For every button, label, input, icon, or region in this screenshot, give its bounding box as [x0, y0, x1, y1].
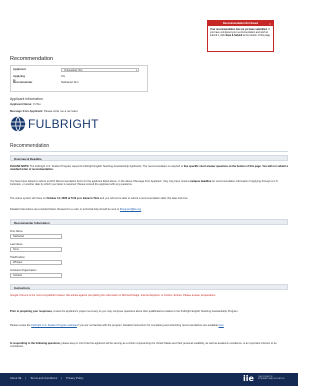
- not-saved-alert: Recommendation Not Saved × Your recommen…: [207, 20, 274, 52]
- support-email-link[interactable]: fbtsupport@iie.org: [120, 208, 141, 211]
- chevron-down-icon: ▾: [135, 68, 137, 72]
- applicant-select[interactable]: Onboarded: Wu ▾: [61, 67, 139, 72]
- applying-value: US: [61, 74, 65, 78]
- last-name-field[interactable]: Sims: [10, 247, 62, 252]
- title-value: Whisper: [13, 261, 23, 264]
- close-icon[interactable]: ×: [268, 22, 272, 26]
- divider: [10, 151, 288, 152]
- last-name-value: Sims: [13, 248, 19, 251]
- instructions-preparation-text: review the applicant's project summary s…: [52, 310, 239, 313]
- instructions-review-text: if you are not familiar with the program…: [76, 324, 219, 327]
- institution-field[interactable]: Instituto: [10, 273, 62, 278]
- instructions-header: Instructions: [10, 284, 288, 290]
- first-name-field[interactable]: Nathaniel: [10, 234, 62, 239]
- overview-support-lead: Detailed instructions are provided below…: [10, 208, 120, 211]
- footer-link-about[interactable]: About IIE: [10, 376, 22, 380]
- applicant-message-value: Please write me a rec letter: [43, 109, 78, 113]
- alert-body: Your recommendation has not yet been sub…: [208, 26, 273, 38]
- applicant-name: Applicant Name: Xr Wu: [10, 102, 41, 107]
- instructions-here-link[interactable]: here: [219, 324, 224, 327]
- instructions-preparation: Prior to preparing your responses, revie…: [10, 310, 288, 313]
- applicant-select-value: Onboarded: Wu: [64, 68, 83, 72]
- instructions-questions: In responding to the following questions…: [10, 342, 288, 349]
- program-website-link[interactable]: Fulbright U.S. Student Program website: [31, 324, 77, 327]
- fulbright-globe-icon: [10, 116, 26, 132]
- overview-deadline-emphasis: campus deadline: [190, 180, 212, 183]
- overview-closing-text: The online system will close on October …: [10, 197, 288, 200]
- footer-divider: |: [25, 376, 27, 380]
- recommender-header-label: Recommender Information: [14, 220, 50, 225]
- overview-support-text: Detailed instructions are provided below…: [10, 208, 288, 211]
- fulbright-wordmark: FULBRIGHT: [28, 117, 99, 131]
- alert-body-action: Save & Submit: [225, 33, 243, 37]
- recommender-label: Recommender: [13, 80, 33, 84]
- applicant-name-label: Applicant Name:: [10, 102, 33, 106]
- applicant-message-label: Message from Applicant:: [10, 109, 44, 113]
- recommender-value: Nathaniel Sim: [61, 80, 79, 84]
- page-title: Recommendation: [10, 56, 54, 62]
- instructions-review: Please review the Fulbright U.S. Student…: [10, 324, 288, 327]
- footer: About IIE | Terms and Conditions | Privacy P…: [0, 373, 298, 386]
- overview-deadline-text: You have been asked to submit an ETA Rec…: [10, 180, 288, 187]
- institution-label: Institution/Organization: [10, 269, 37, 272]
- last-name-label: Last Name: [10, 243, 23, 246]
- section-title: Recommendation: [10, 143, 50, 149]
- overview-header-label: Overview & Deadline: [14, 156, 42, 161]
- instructions-review-lead: Please review the: [10, 324, 32, 327]
- overview-closing-lead: The online system will close on: [10, 197, 47, 200]
- title-field[interactable]: Whisper: [10, 260, 62, 265]
- footer-link-privacy[interactable]: Privacy Policy: [66, 376, 83, 380]
- first-name-value: Nathaniel: [13, 235, 24, 238]
- applicant-name-value: Xr Wu: [32, 102, 41, 106]
- recommender-header: Recommender Information: [10, 219, 288, 225]
- first-name-label: First Name: [10, 230, 23, 233]
- footer-link-terms[interactable]: Terms and Conditions: [30, 376, 57, 380]
- overview-closing-date: October 14, 2020 at 5:00 p.m. Eastern Ti…: [46, 197, 100, 200]
- browser-warning: Google Chrome is the most compatible bro…: [10, 294, 216, 297]
- instructions-header-label: Instructions: [14, 285, 31, 290]
- applicant-summary-box: Applicant Onboarded: Wu ▾ Applying to US…: [10, 65, 148, 92]
- footer-links: About IIE | Terms and Conditions | Privacy P…: [10, 376, 87, 381]
- iie-tagline: THE POWER OF INTERNATIONAL EDUCATION: [258, 375, 285, 380]
- applicant-message: Message from Applicant: Please write me …: [10, 109, 78, 114]
- applicant-info-title: Applicant Information: [10, 97, 43, 101]
- iie-logo: iie: [243, 374, 254, 383]
- overview-header: Overview & Deadline: [10, 155, 288, 161]
- footer-divider: |: [61, 376, 63, 380]
- alert-body-end: at the bottom of this page.: [242, 33, 271, 37]
- overview-closing-end: and you will not be able to submit a rec…: [99, 197, 189, 200]
- applicant-label: Applicant: [13, 67, 26, 71]
- title-label: Title/Position: [10, 256, 25, 259]
- instructions-preparation-lead: Prior to preparing your responses,: [10, 310, 53, 313]
- institution-value: Instituto: [13, 274, 23, 277]
- fulbright-logo: FULBRIGHT: [10, 115, 110, 133]
- overview-note: PLEASE NOTE: The Fulbright U.S. Student …: [10, 165, 288, 172]
